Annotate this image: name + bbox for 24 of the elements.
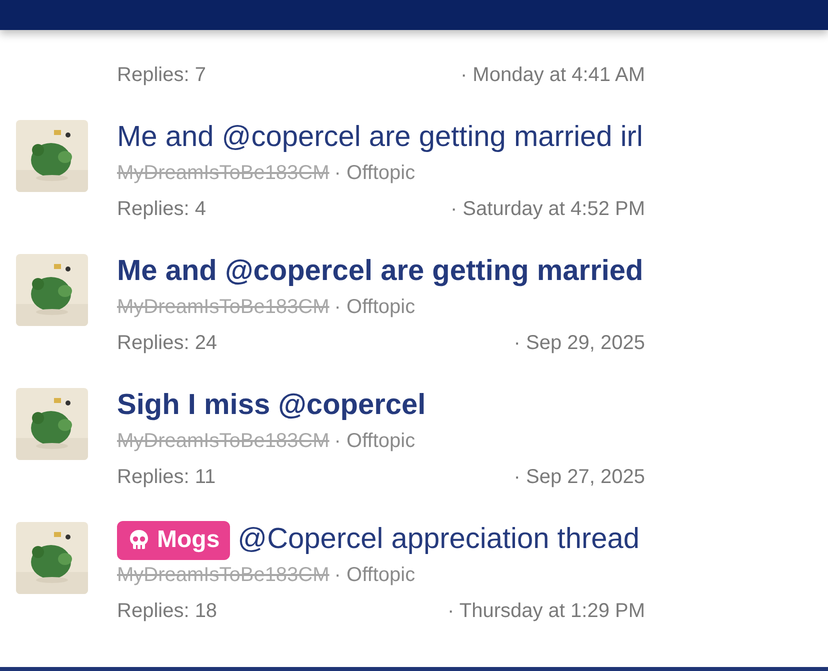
reply-count: Replies: 11 <box>117 465 216 490</box>
reply-count: Replies: 18 <box>117 599 218 624</box>
last-post-date: · Saturday at 4:52 PM <box>450 197 645 222</box>
prefix-label: Mogs <box>157 525 220 555</box>
forum-name[interactable]: · Offtopic <box>334 292 416 322</box>
last-post-date: · Sep 29, 2025 <box>514 331 645 356</box>
thread-title[interactable]: @Copercel appreciation thread <box>238 518 640 562</box>
author-name[interactable]: MyDreamIsToBe183CM <box>117 158 330 188</box>
forum-name[interactable]: · Offtopic <box>334 426 416 456</box>
skull-icon <box>127 528 151 552</box>
thread-title[interactable]: Me and @copercel are getting married <box>117 250 644 294</box>
forum-name[interactable]: · Offtopic <box>334 158 416 188</box>
author-name[interactable]: MyDreamIsToBe183CM <box>117 560 330 590</box>
last-post-date: · Thursday at 1:29 PM <box>448 599 645 624</box>
reply-count: Replies: 24 <box>117 331 218 356</box>
thread-title[interactable]: Sigh I miss @copercel <box>117 384 426 428</box>
forum-name[interactable]: · Offtopic <box>334 560 416 590</box>
last-post-date: · Monday at 4:41 AM <box>460 63 645 88</box>
author-name[interactable]: MyDreamIsToBe183CM <box>117 292 330 322</box>
author-name[interactable]: MyDreamIsToBe183CM <box>117 426 330 456</box>
last-post-date: · Sep 27, 2025 <box>514 465 645 490</box>
reply-count: Replies: 7 <box>117 63 206 88</box>
thread-title[interactable]: Me and @copercel are getting married irl <box>117 116 643 160</box>
reply-count: Replies: 4 <box>117 197 206 222</box>
